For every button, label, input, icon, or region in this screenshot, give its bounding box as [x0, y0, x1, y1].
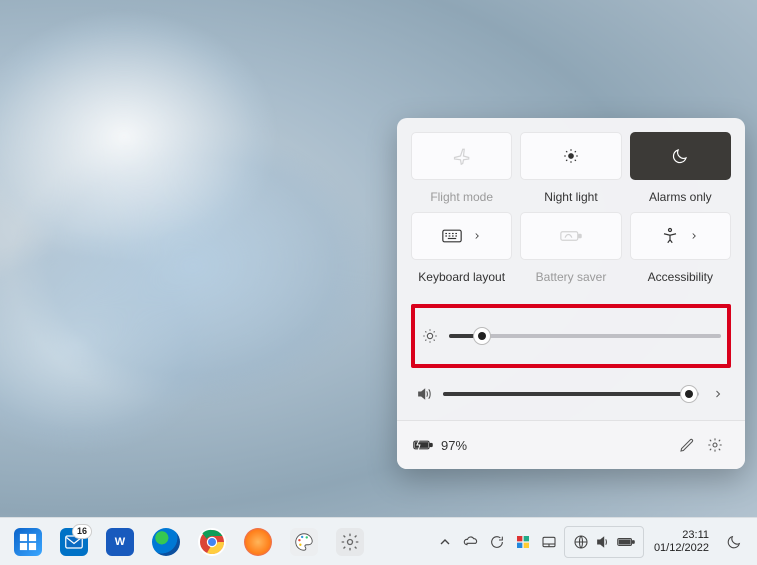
word-icon: W: [106, 528, 134, 556]
brightness-icon: [421, 328, 439, 344]
night-light-label: Night light: [544, 190, 597, 206]
volume-slider-thumb[interactable]: [680, 385, 698, 403]
battery-icon: [413, 439, 433, 451]
moon-icon: [671, 147, 689, 165]
open-settings-button[interactable]: [701, 431, 729, 459]
volume-icon: [415, 386, 433, 402]
battery-status[interactable]: 97%: [413, 438, 467, 453]
taskbar-paint[interactable]: [284, 522, 324, 562]
focus-moon-icon: [726, 534, 742, 550]
flight-mode-tile[interactable]: [411, 132, 512, 180]
quick-settings-footer: 97%: [397, 420, 745, 469]
clock-time: 23:11: [654, 529, 709, 542]
taskbar: 16 W: [0, 517, 757, 565]
taskbar-mail[interactable]: 16: [54, 522, 94, 562]
tray-overflow-button[interactable]: [434, 522, 456, 562]
tray-onedrive-icon[interactable]: [460, 522, 482, 562]
taskbar-start-button[interactable]: [8, 522, 48, 562]
airplane-icon: [453, 147, 471, 165]
battery-tray-icon: [617, 536, 635, 548]
chevron-right-icon: [472, 231, 482, 241]
brightness-slider-thumb[interactable]: [473, 327, 491, 345]
edge-icon: [152, 528, 180, 556]
volume-expand-button[interactable]: [709, 388, 727, 400]
brightness-slider-row: [411, 304, 731, 368]
desktop: Flight mode Night light Alarms only: [0, 0, 757, 565]
battery-saver-icon: [560, 229, 582, 243]
taskbar-notifications-button[interactable]: [719, 522, 749, 562]
system-tray: 23:11 01/12/2022: [434, 522, 749, 562]
taskbar-edge[interactable]: [146, 522, 186, 562]
sound-icon: [595, 534, 611, 550]
tray-network-sound-battery[interactable]: [564, 526, 644, 558]
taskbar-firefox[interactable]: [238, 522, 278, 562]
volume-slider[interactable]: [443, 392, 699, 396]
clock-date: 01/12/2022: [654, 542, 709, 555]
night-light-tile[interactable]: [520, 132, 621, 180]
brightness-slider[interactable]: [449, 334, 721, 338]
windows-logo-icon: [14, 528, 42, 556]
tray-touchpad-icon[interactable]: [538, 522, 560, 562]
taskbar-settings[interactable]: [330, 522, 370, 562]
alarms-only-tile[interactable]: [630, 132, 731, 180]
keyboard-icon: [442, 229, 462, 243]
alarms-only-label: Alarms only: [649, 190, 712, 206]
pencil-icon: [679, 437, 695, 453]
keyboard-layout-label: Keyboard layout: [418, 270, 505, 286]
accessibility-tile[interactable]: [630, 212, 731, 260]
battery-saver-tile[interactable]: [520, 212, 621, 260]
accessibility-label: Accessibility: [648, 270, 713, 286]
edit-quick-settings-button[interactable]: [673, 431, 701, 459]
flight-mode-label: Flight mode: [430, 190, 493, 206]
mail-badge: 16: [72, 524, 92, 539]
chrome-icon: [198, 528, 226, 556]
gear-icon: [707, 437, 723, 453]
wallpaper-bloom: [0, 0, 400, 500]
taskbar-chrome[interactable]: [192, 522, 232, 562]
volume-slider-row: [411, 378, 731, 410]
tray-sync-icon[interactable]: [486, 522, 508, 562]
taskbar-clock[interactable]: 23:11 01/12/2022: [648, 529, 715, 555]
paint-icon: [290, 528, 318, 556]
tray-security-icon[interactable]: [512, 522, 534, 562]
chevron-right-icon: [689, 231, 699, 241]
language-icon: [573, 534, 589, 550]
battery-percent: 97%: [441, 438, 467, 453]
accessibility-icon: [661, 227, 679, 245]
quick-settings-grid: Flight mode Night light Alarms only: [411, 132, 731, 286]
firefox-icon: [244, 528, 272, 556]
night-light-icon: [562, 147, 580, 165]
quick-settings-panel: Flight mode Night light Alarms only: [397, 118, 745, 469]
battery-saver-label: Battery saver: [536, 270, 607, 286]
keyboard-layout-tile[interactable]: [411, 212, 512, 260]
taskbar-word[interactable]: W: [100, 522, 140, 562]
settings-app-icon: [336, 528, 364, 556]
